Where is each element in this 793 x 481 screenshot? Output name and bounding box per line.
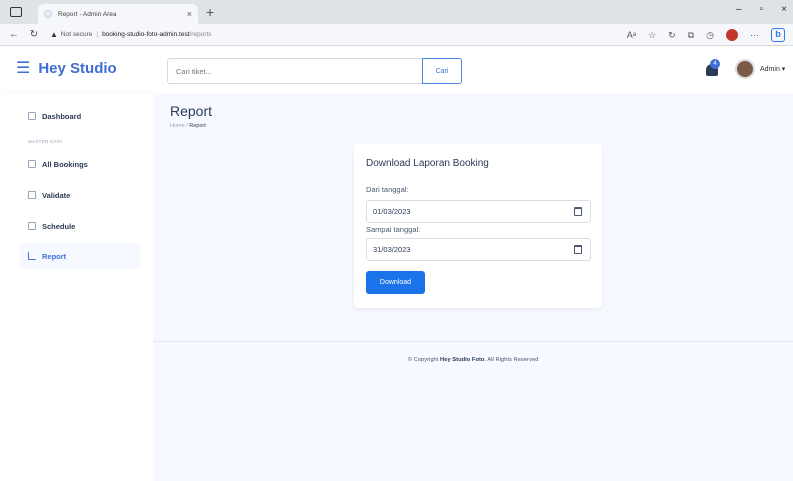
page-title: Report (170, 103, 213, 119)
sidebar-item-all-bookings[interactable]: All Bookings (20, 151, 140, 177)
url-warning: Not secure (60, 31, 93, 38)
minimize-icon[interactable]: – (736, 4, 742, 15)
sidebar-item-label: Schedule (42, 221, 76, 231)
from-date-field[interactable]: 01/03/2023 (366, 200, 591, 223)
close-window-icon[interactable]: × (781, 4, 787, 15)
calendar-icon[interactable] (574, 245, 582, 254)
new-tab-icon[interactable]: + (206, 4, 214, 20)
schedule-icon (28, 222, 36, 230)
address-bar: ← ↻ ▲ Not secure | booking-studio-foto-a… (0, 24, 793, 46)
read-aloud-icon[interactable]: Aᵃ (627, 30, 636, 40)
history-icon[interactable]: ◷ (706, 30, 714, 41)
footer-divider (153, 341, 793, 342)
hamburger-menu-icon[interactable]: ☰ (16, 60, 30, 77)
main-content: Report Home / Report Download Laporan Bo… (153, 93, 793, 481)
window-controls: – ▫ × (736, 4, 787, 15)
brand-name[interactable]: Hey Studio (38, 60, 116, 77)
search-bar: Cari (167, 58, 462, 84)
sidebar-item-report[interactable]: Report (20, 243, 140, 269)
footer-prefix: © Copyright (407, 357, 439, 363)
bookings-icon (28, 160, 36, 168)
sidebar-item-schedule[interactable]: Schedule (20, 213, 140, 239)
to-date-label: Sampai tanggal: (366, 225, 421, 234)
brand: ☰ Hey Studio (16, 60, 117, 77)
back-icon[interactable]: ← (8, 29, 20, 40)
sidebar-item-dashboard[interactable]: Dashboard (20, 103, 140, 129)
calendar-icon[interactable] (574, 207, 582, 216)
close-tab-icon[interactable]: × (187, 9, 192, 19)
avatar[interactable] (735, 59, 755, 79)
breadcrumb-home[interactable]: Home (170, 123, 185, 129)
footer-suffix: . All Rights Reserved (484, 357, 539, 363)
sidebar-section-heading: MASTER DATA (28, 139, 63, 144)
search-button[interactable]: Cari (422, 58, 462, 84)
card-title: Download Laporan Booking (366, 158, 489, 169)
favicon-icon (44, 10, 52, 18)
breadcrumb-separator: / (186, 123, 188, 129)
bing-icon[interactable]: b (771, 28, 785, 42)
search-input[interactable] (167, 58, 422, 84)
breadcrumb-current: Report (189, 123, 206, 129)
url-field[interactable]: ▲ Not secure | booking-studio-foto-admin… (50, 30, 212, 39)
url-separator: | (96, 31, 99, 38)
breadcrumb: Home / Report (170, 123, 206, 129)
browser-tab[interactable]: Report - Admin Area × (38, 4, 198, 24)
collections-icon[interactable]: ⧉ (688, 30, 694, 41)
sidebar-item-label: Dashboard (42, 111, 82, 121)
sidebar: Dashboard MASTER DATA All Bookings Valid… (0, 93, 153, 481)
sidebar-item-label: All Bookings (42, 159, 88, 169)
report-chart-icon (28, 252, 36, 260)
user-name: Admin (760, 66, 780, 73)
download-button[interactable]: Download (366, 271, 425, 294)
dashboard-icon (28, 112, 36, 120)
notification-button[interactable]: 4 (706, 59, 720, 77)
browser-tab-bar: Report - Admin Area × + – ▫ × (0, 0, 793, 24)
url-path: /reports (189, 31, 212, 38)
footer: © Copyright Hey Studio Foto. All Rights … (153, 357, 793, 363)
validate-icon (28, 191, 36, 199)
sidebar-item-label: Report (42, 251, 67, 261)
window-menu-icon[interactable] (10, 7, 22, 17)
restore-icon[interactable]: ▫ (760, 4, 764, 15)
more-icon[interactable]: ··· (750, 30, 759, 40)
profile-icon[interactable] (726, 29, 738, 41)
browser-toolbar: Aᵃ ☆ ↻ ⧉ ◷ ··· b (627, 28, 785, 42)
refresh-extension-icon[interactable]: ↻ (668, 30, 676, 41)
url-host: booking-studio-foto-admin.test (102, 31, 190, 38)
download-report-card: Download Laporan Booking Dari tanggal: 0… (354, 144, 602, 308)
footer-brand: Hey Studio Foto (440, 357, 485, 363)
from-date-value: 01/03/2023 (373, 207, 411, 216)
to-date-field[interactable]: 31/03/2023 (366, 238, 591, 261)
app-header: ☰ Hey Studio Cari 4 Admin ▾ (0, 47, 793, 93)
from-date-label: Dari tanggal: (366, 185, 409, 194)
sidebar-item-validate[interactable]: Validate (20, 182, 140, 208)
notification-badge: 4 (710, 59, 720, 69)
warning-icon: ▲ (50, 30, 58, 39)
favorite-icon[interactable]: ☆ (648, 30, 656, 41)
tab-title: Report - Admin Area (58, 10, 117, 18)
user-menu[interactable]: Admin ▾ (760, 65, 785, 73)
refresh-icon[interactable]: ↻ (28, 29, 40, 40)
to-date-value: 31/03/2023 (373, 245, 411, 254)
sidebar-item-label: Validate (42, 190, 71, 200)
